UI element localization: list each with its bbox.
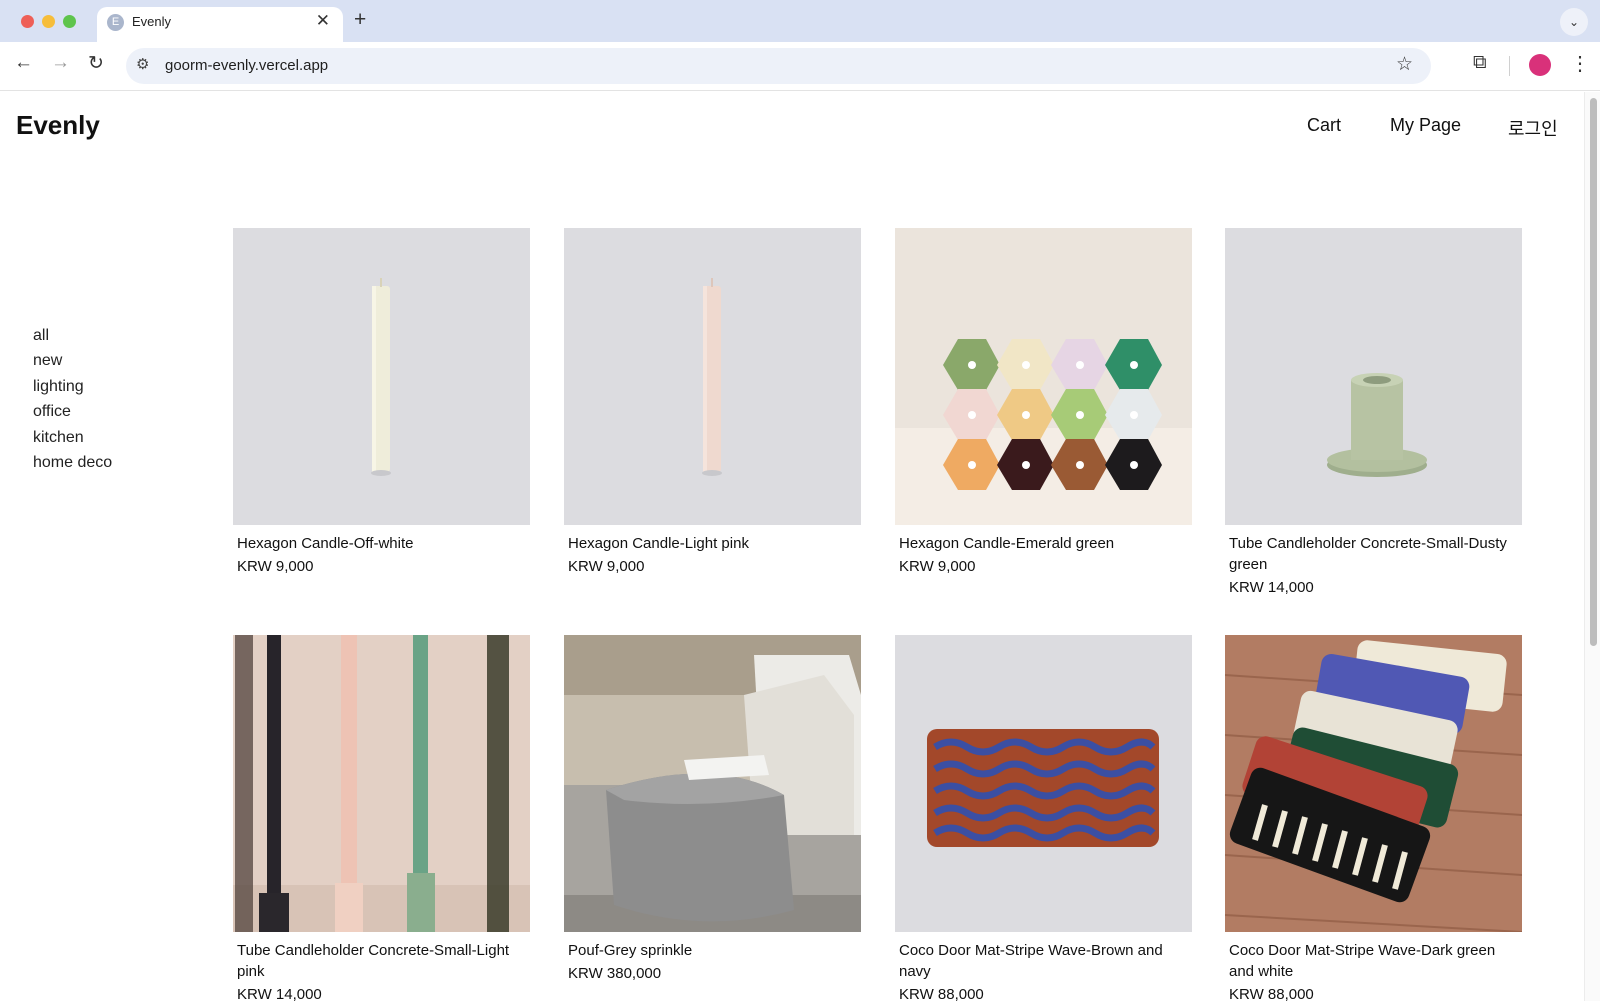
scrollbar-thumb[interactable]: [1590, 98, 1597, 646]
category-home-deco[interactable]: home deco: [33, 453, 112, 478]
product-card[interactable]: Hexagon Candle-Light pink KRW 9,000: [564, 228, 861, 579]
forward-arrow-icon[interactable]: →: [51, 52, 70, 74]
tab-evenly[interactable]: E Evenly ✕: [97, 7, 343, 42]
product-price: KRW 88,000: [1229, 986, 1314, 1001]
toolbar-divider: [1509, 56, 1510, 76]
minimize-window-button[interactable]: [42, 15, 55, 28]
category-lighting[interactable]: lighting: [33, 377, 112, 402]
category-kitchen[interactable]: kitchen: [33, 428, 112, 453]
product-card[interactable]: Coco Door Mat-Stripe Wave-Dark green and…: [1225, 635, 1522, 1001]
category-list: all new lighting office kitchen home dec…: [33, 326, 112, 478]
page-content: Evenly Cart My Page 로그인 all new lighting…: [0, 92, 1584, 1001]
product-price: KRW 88,000: [899, 986, 984, 1001]
address-bar[interactable]: ⚙ goorm-evenly.vercel.app ☆: [126, 48, 1431, 84]
browser-window: E Evenly ✕ + ⌄ ← → ↻ ⚙ goorm-evenly.verc…: [0, 0, 1600, 1001]
category-new[interactable]: new: [33, 351, 112, 376]
site-info-icon[interactable]: ⚙: [136, 55, 149, 73]
product-card[interactable]: Hexagon Candle-Emerald green KRW 9,000: [895, 228, 1192, 579]
product-image[interactable]: [1225, 635, 1522, 932]
url-text[interactable]: goorm-evenly.vercel.app: [165, 57, 328, 74]
product-image[interactable]: [233, 635, 530, 932]
nav-login-link[interactable]: 로그인: [1508, 115, 1558, 141]
nav-my-page-link[interactable]: My Page: [1390, 115, 1461, 136]
category-office[interactable]: office: [33, 402, 112, 427]
product-price: KRW 14,000: [237, 986, 322, 1001]
tab-strip: E Evenly ✕ + ⌄: [0, 0, 1600, 42]
product-title[interactable]: Hexagon Candle-Off-white: [233, 533, 530, 554]
product-image[interactable]: [1225, 228, 1522, 525]
favicon-icon: E: [107, 14, 124, 31]
product-price: KRW 380,000: [568, 965, 662, 982]
new-tab-icon[interactable]: +: [354, 8, 366, 32]
tab-title: Evenly: [132, 14, 172, 29]
category-all[interactable]: all: [33, 326, 112, 351]
product-price: KRW 9,000: [899, 558, 976, 575]
product-image[interactable]: [564, 635, 861, 932]
product-price: KRW 9,000: [568, 558, 645, 575]
product-title[interactable]: Tube Candleholder Concrete-Small-Dusty g…: [1225, 533, 1522, 575]
product-title[interactable]: Coco Door Mat-Stripe Wave-Dark green and…: [1225, 940, 1522, 982]
reload-icon[interactable]: ↻: [88, 52, 104, 75]
close-window-button[interactable]: [21, 15, 34, 28]
bookmark-star-icon[interactable]: ☆: [1396, 53, 1413, 76]
product-card[interactable]: Hexagon Candle-Off-white KRW 9,000: [233, 228, 530, 579]
extensions-puzzle-icon[interactable]: ⧉: [1473, 52, 1487, 74]
product-image[interactable]: [895, 635, 1192, 932]
product-title[interactable]: Coco Door Mat-Stripe Wave-Brown and navy: [895, 940, 1192, 982]
maximize-window-button[interactable]: [63, 15, 76, 28]
site-logo[interactable]: Evenly: [16, 110, 100, 141]
product-title[interactable]: Pouf-Grey sprinkle: [564, 940, 861, 961]
product-title[interactable]: Tube Candleholder Concrete-Small-Light p…: [233, 940, 530, 982]
product-title[interactable]: Hexagon Candle-Emerald green: [895, 533, 1192, 554]
close-tab-icon[interactable]: ✕: [316, 11, 330, 31]
nav-cart-link[interactable]: Cart: [1307, 115, 1341, 136]
product-title[interactable]: Hexagon Candle-Light pink: [564, 533, 861, 554]
page-scrollbar[interactable]: [1584, 92, 1600, 1001]
browser-toolbar: ← → ↻ ⚙ goorm-evenly.vercel.app ☆ ⧉ ⋮: [0, 42, 1600, 91]
back-arrow-icon[interactable]: ←: [14, 52, 33, 74]
product-image[interactable]: [895, 228, 1192, 525]
profile-avatar[interactable]: [1529, 54, 1551, 76]
tab-search-chevron-icon[interactable]: ⌄: [1560, 8, 1588, 36]
product-card[interactable]: Tube Candleholder Concrete-Small-Dusty g…: [1225, 228, 1522, 600]
kebab-menu-icon[interactable]: ⋮: [1570, 51, 1590, 76]
product-card[interactable]: Pouf-Grey sprinkle KRW 380,000: [564, 635, 861, 986]
product-price: KRW 9,000: [237, 558, 314, 575]
product-card[interactable]: Tube Candleholder Concrete-Small-Light p…: [233, 635, 530, 1001]
product-image[interactable]: [564, 228, 861, 525]
product-image[interactable]: [233, 228, 530, 525]
product-card[interactable]: Coco Door Mat-Stripe Wave-Brown and navy…: [895, 635, 1192, 1001]
product-price: KRW 14,000: [1229, 579, 1314, 596]
